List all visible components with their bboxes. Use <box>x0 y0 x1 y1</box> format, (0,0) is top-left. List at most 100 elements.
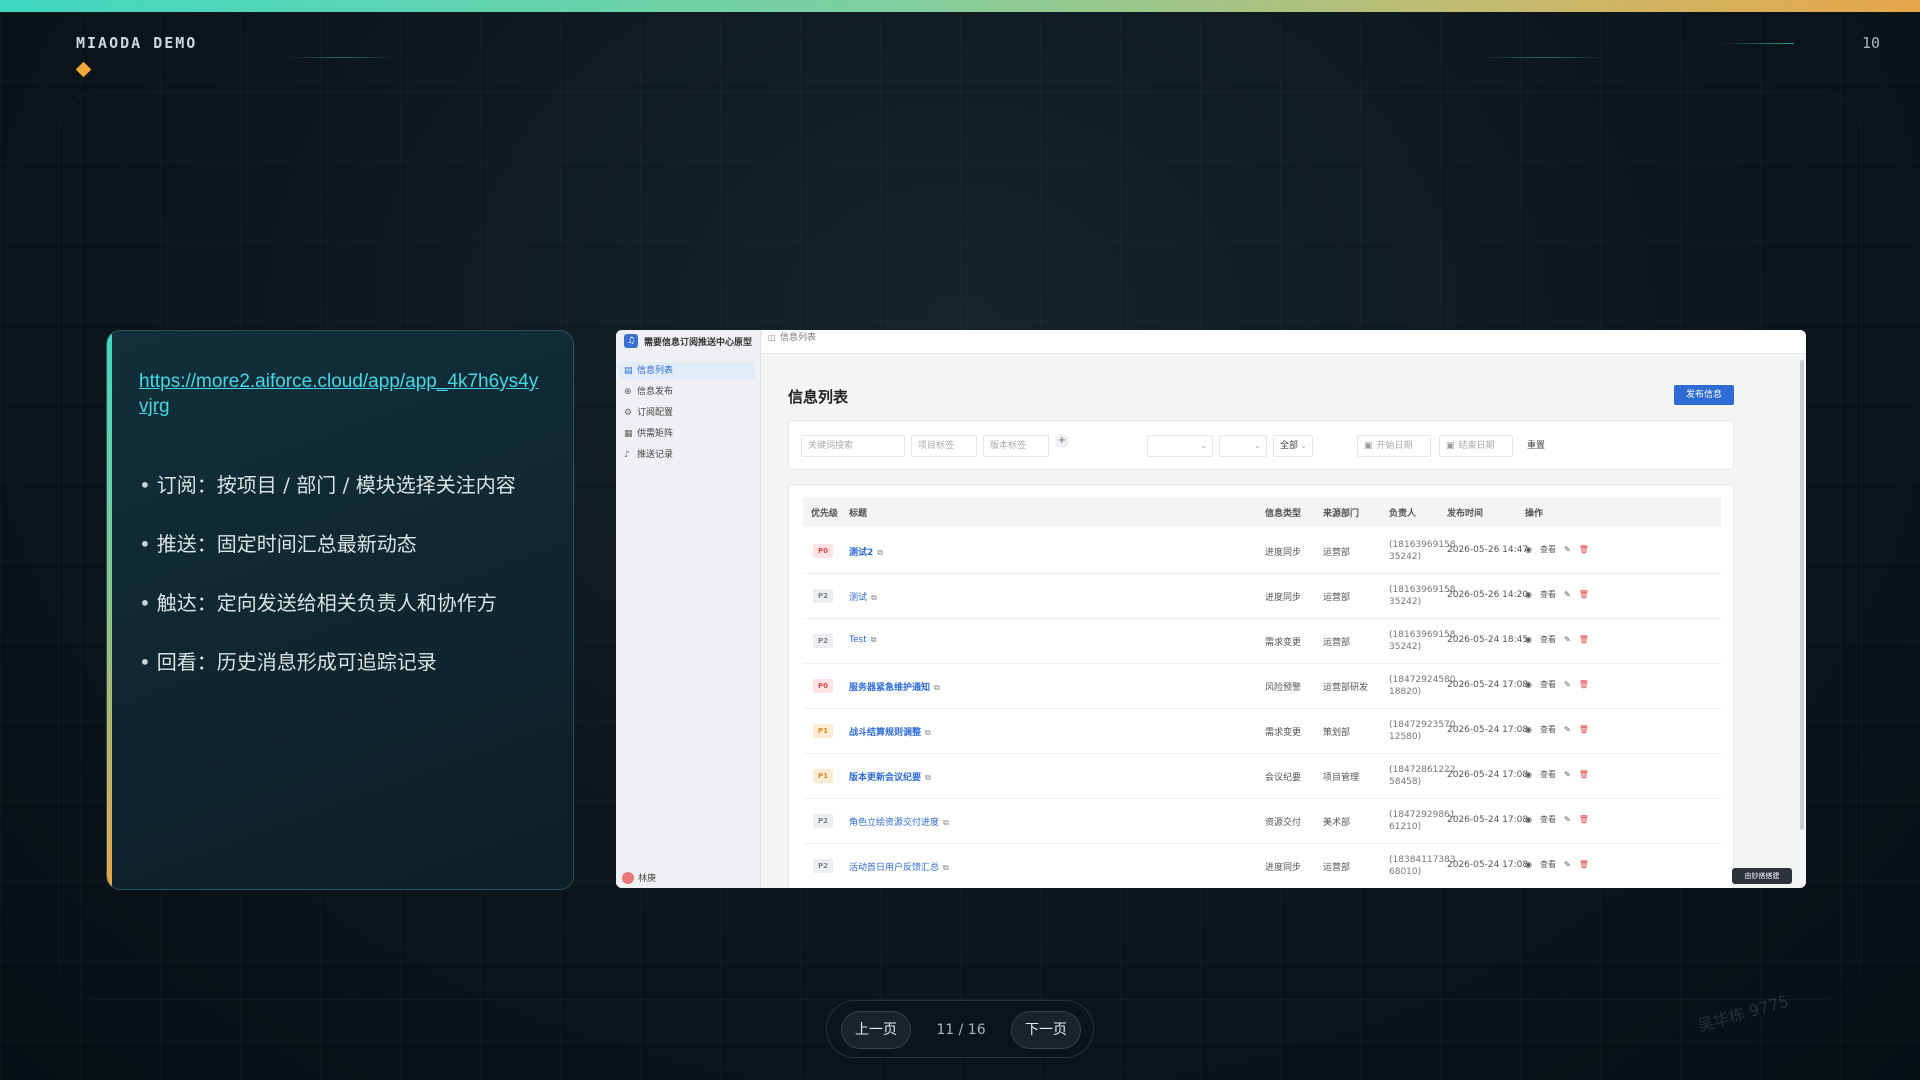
copy-icon[interactable]: ⧉ <box>925 728 931 737</box>
title-cell: 角色立绘资源交付进度 ⧉ <box>849 815 949 828</box>
sidebar-item-publish[interactable]: ⊕ 信息发布 <box>619 383 755 401</box>
type-select[interactable]: ⌄ <box>1147 435 1213 457</box>
prev-page-button[interactable]: 上一页 <box>841 1011 911 1049</box>
view-button[interactable]: 查看 <box>1540 815 1556 824</box>
gear-icon: ⚙ <box>624 408 633 418</box>
owner-line: 68010) <box>1389 867 1422 877</box>
title-link[interactable]: 角色立绘资源交付进度 <box>849 818 939 828</box>
copy-icon[interactable]: ⧉ <box>934 683 940 692</box>
view-button[interactable]: 查看 <box>1540 770 1556 779</box>
edit-icon[interactable]: ✎ <box>1564 815 1571 824</box>
time-cell: 2026-05-26 14:47 <box>1447 545 1529 555</box>
eye-icon[interactable]: ◉ <box>1525 545 1532 554</box>
copy-icon[interactable]: ⧉ <box>871 635 877 644</box>
owner-cell: (18163969158 35242) <box>1389 629 1456 653</box>
title-link[interactable]: Test <box>849 635 867 645</box>
sidebar-item-info-list[interactable]: ▤ 信息列表 <box>619 362 755 380</box>
delete-icon[interactable]: 🗑 <box>1579 635 1589 644</box>
delete-icon[interactable]: 🗑 <box>1579 770 1589 779</box>
edit-icon[interactable]: ✎ <box>1564 545 1571 554</box>
copy-icon[interactable]: ⧉ <box>877 548 883 557</box>
title-link[interactable]: 战斗结算规则调整 <box>849 728 921 738</box>
end-date-input[interactable]: ▣ 结束日期 <box>1439 435 1513 457</box>
reset-button[interactable]: 重置 <box>1527 435 1545 457</box>
version-tag-input[interactable]: 版本标签 <box>983 435 1049 457</box>
title-link[interactable]: 服务器紧急维护通知 <box>849 683 930 693</box>
delete-icon[interactable]: 🗑 <box>1579 680 1589 689</box>
owner-cell: (18163969158 35242) <box>1389 584 1456 608</box>
sidebar-item-matrix[interactable]: ▦ 供需矩阵 <box>619 425 755 443</box>
table-row[interactable]: P0 服务器紧急维护通知 ⧉ 风险预警 运营部研发 (18472924580 18820) 2… <box>803 664 1721 709</box>
feature-text: 订阅：按项目 / 部门 / 模块选择关注内容 <box>156 473 516 497</box>
edit-icon[interactable]: ✎ <box>1564 590 1571 599</box>
table-row[interactable]: P1 战斗结算规则调整 ⧉ 需求变更 策划部 (18472923570 12580) 2026… <box>803 709 1721 754</box>
calendar-icon: ▣ <box>1446 441 1455 451</box>
priority-select[interactable]: 全部 ⌄ <box>1273 435 1313 457</box>
table-row[interactable]: P2 角色立绘资源交付进度 ⧉ 资源交付 美术部 (18472929861 61210) 20… <box>803 799 1721 844</box>
eye-icon[interactable]: ◉ <box>1525 725 1532 734</box>
delete-icon[interactable]: 🗑 <box>1579 545 1589 554</box>
eye-icon[interactable]: ◉ <box>1525 770 1532 779</box>
table-row[interactable]: P1 版本更新会议纪要 ⧉ 会议纪要 项目管理 (18472861222 58458) 202… <box>803 754 1721 799</box>
view-button[interactable]: 查看 <box>1540 680 1556 689</box>
start-date-input[interactable]: ▣ 开始日期 <box>1357 435 1431 457</box>
deco-line <box>286 57 396 58</box>
project-tag-input[interactable]: 项目标签 <box>911 435 977 457</box>
user-profile[interactable]: 林庚 <box>622 871 656 884</box>
feature-item: • 回看：历史消息形成可追踪记录 <box>139 648 516 707</box>
title-link[interactable]: 版本更新会议纪要 <box>849 773 921 783</box>
bullet-dot: • <box>139 532 151 556</box>
breadcrumb-label: 信息列表 <box>780 333 817 343</box>
keyword-search-input[interactable]: 关键词搜索 <box>801 435 905 457</box>
title-link[interactable]: 测试2 <box>849 548 873 558</box>
view-button[interactable]: 查看 <box>1540 860 1556 869</box>
table-row[interactable]: P2 Test ⧉ 需求变更 运营部 (18163969158 35242) 2026-05-… <box>803 619 1721 664</box>
view-button[interactable]: 查看 <box>1540 590 1556 599</box>
app-link[interactable]: https://more2.aiforce.cloud/app/app_4k7h… <box>139 369 545 419</box>
eye-icon[interactable]: ◉ <box>1525 815 1532 824</box>
edit-icon[interactable]: ✎ <box>1564 680 1571 689</box>
eye-icon[interactable]: ◉ <box>1525 590 1532 599</box>
priority-select-value: 全部 <box>1280 441 1299 451</box>
column-header: 优先级 <box>811 509 839 519</box>
eye-icon[interactable]: ◉ <box>1525 860 1532 869</box>
publish-button[interactable]: 发布信息 <box>1674 385 1734 405</box>
delete-icon[interactable]: 🗑 <box>1579 815 1589 824</box>
edit-icon[interactable]: ✎ <box>1564 860 1571 869</box>
view-button[interactable]: 查看 <box>1540 635 1556 644</box>
view-button[interactable]: 查看 <box>1540 545 1556 554</box>
table-row[interactable]: P2 活动首日用户反馈汇总 ⧉ 进度同步 运营部 (18384117383 68010) 20… <box>803 844 1721 888</box>
row-actions: ◉ 查看 ✎ 🗑 <box>1525 544 1589 555</box>
view-button[interactable]: 查看 <box>1540 725 1556 734</box>
delete-icon[interactable]: 🗑 <box>1579 590 1589 599</box>
sidebar-item-subscription[interactable]: ⚙ 订阅配置 <box>619 404 755 422</box>
copy-icon[interactable]: ⧉ <box>943 863 949 872</box>
built-with-badge[interactable]: 由妙搭搭建 <box>1732 868 1792 884</box>
type-cell: 进度同步 <box>1265 593 1302 603</box>
edit-icon[interactable]: ✎ <box>1564 635 1571 644</box>
delete-icon[interactable]: 🗑 <box>1579 860 1589 869</box>
bullet-dot: • <box>139 591 151 615</box>
sidebar-item-push-log[interactable]: ♪ 推送记录 <box>619 446 755 464</box>
copy-icon[interactable]: ⧉ <box>925 773 931 782</box>
copy-icon[interactable]: ⧉ <box>871 593 877 602</box>
dept-select[interactable]: ⌄ <box>1219 435 1267 457</box>
start-date-placeholder: 开始日期 <box>1376 441 1413 451</box>
add-tag-icon[interactable]: + <box>1055 434 1069 448</box>
next-page-button[interactable]: 下一页 <box>1011 1011 1081 1049</box>
title-link[interactable]: 活动首日用户反馈汇总 <box>849 863 939 873</box>
chevron-down-icon: ⌄ <box>1300 441 1307 450</box>
table-row[interactable]: P2 测试 ⧉ 进度同步 运营部 (18163969158 35242) 2026-05-26… <box>803 574 1721 619</box>
slide-pager: 上一页 11 / 16 下一页 <box>826 1000 1094 1058</box>
title-link[interactable]: 测试 <box>849 593 867 603</box>
edit-icon[interactable]: ✎ <box>1564 770 1571 779</box>
delete-icon[interactable]: 🗑 <box>1579 725 1589 734</box>
edit-icon[interactable]: ✎ <box>1564 725 1571 734</box>
eye-icon[interactable]: ◉ <box>1525 635 1532 644</box>
row-actions: ◉ 查看 ✎ 🗑 <box>1525 859 1589 870</box>
copy-icon[interactable]: ⧉ <box>943 818 949 827</box>
scrollbar[interactable] <box>1800 360 1804 830</box>
table-row[interactable]: P0 测试2 ⧉ 进度同步 运营部 (18163969158 35242) 2026-05-2… <box>803 529 1721 574</box>
table-header: 优先级 标题 信息类型 来源部门 负责人 发布时间 操作 <box>803 497 1721 527</box>
eye-icon[interactable]: ◉ <box>1525 680 1532 689</box>
